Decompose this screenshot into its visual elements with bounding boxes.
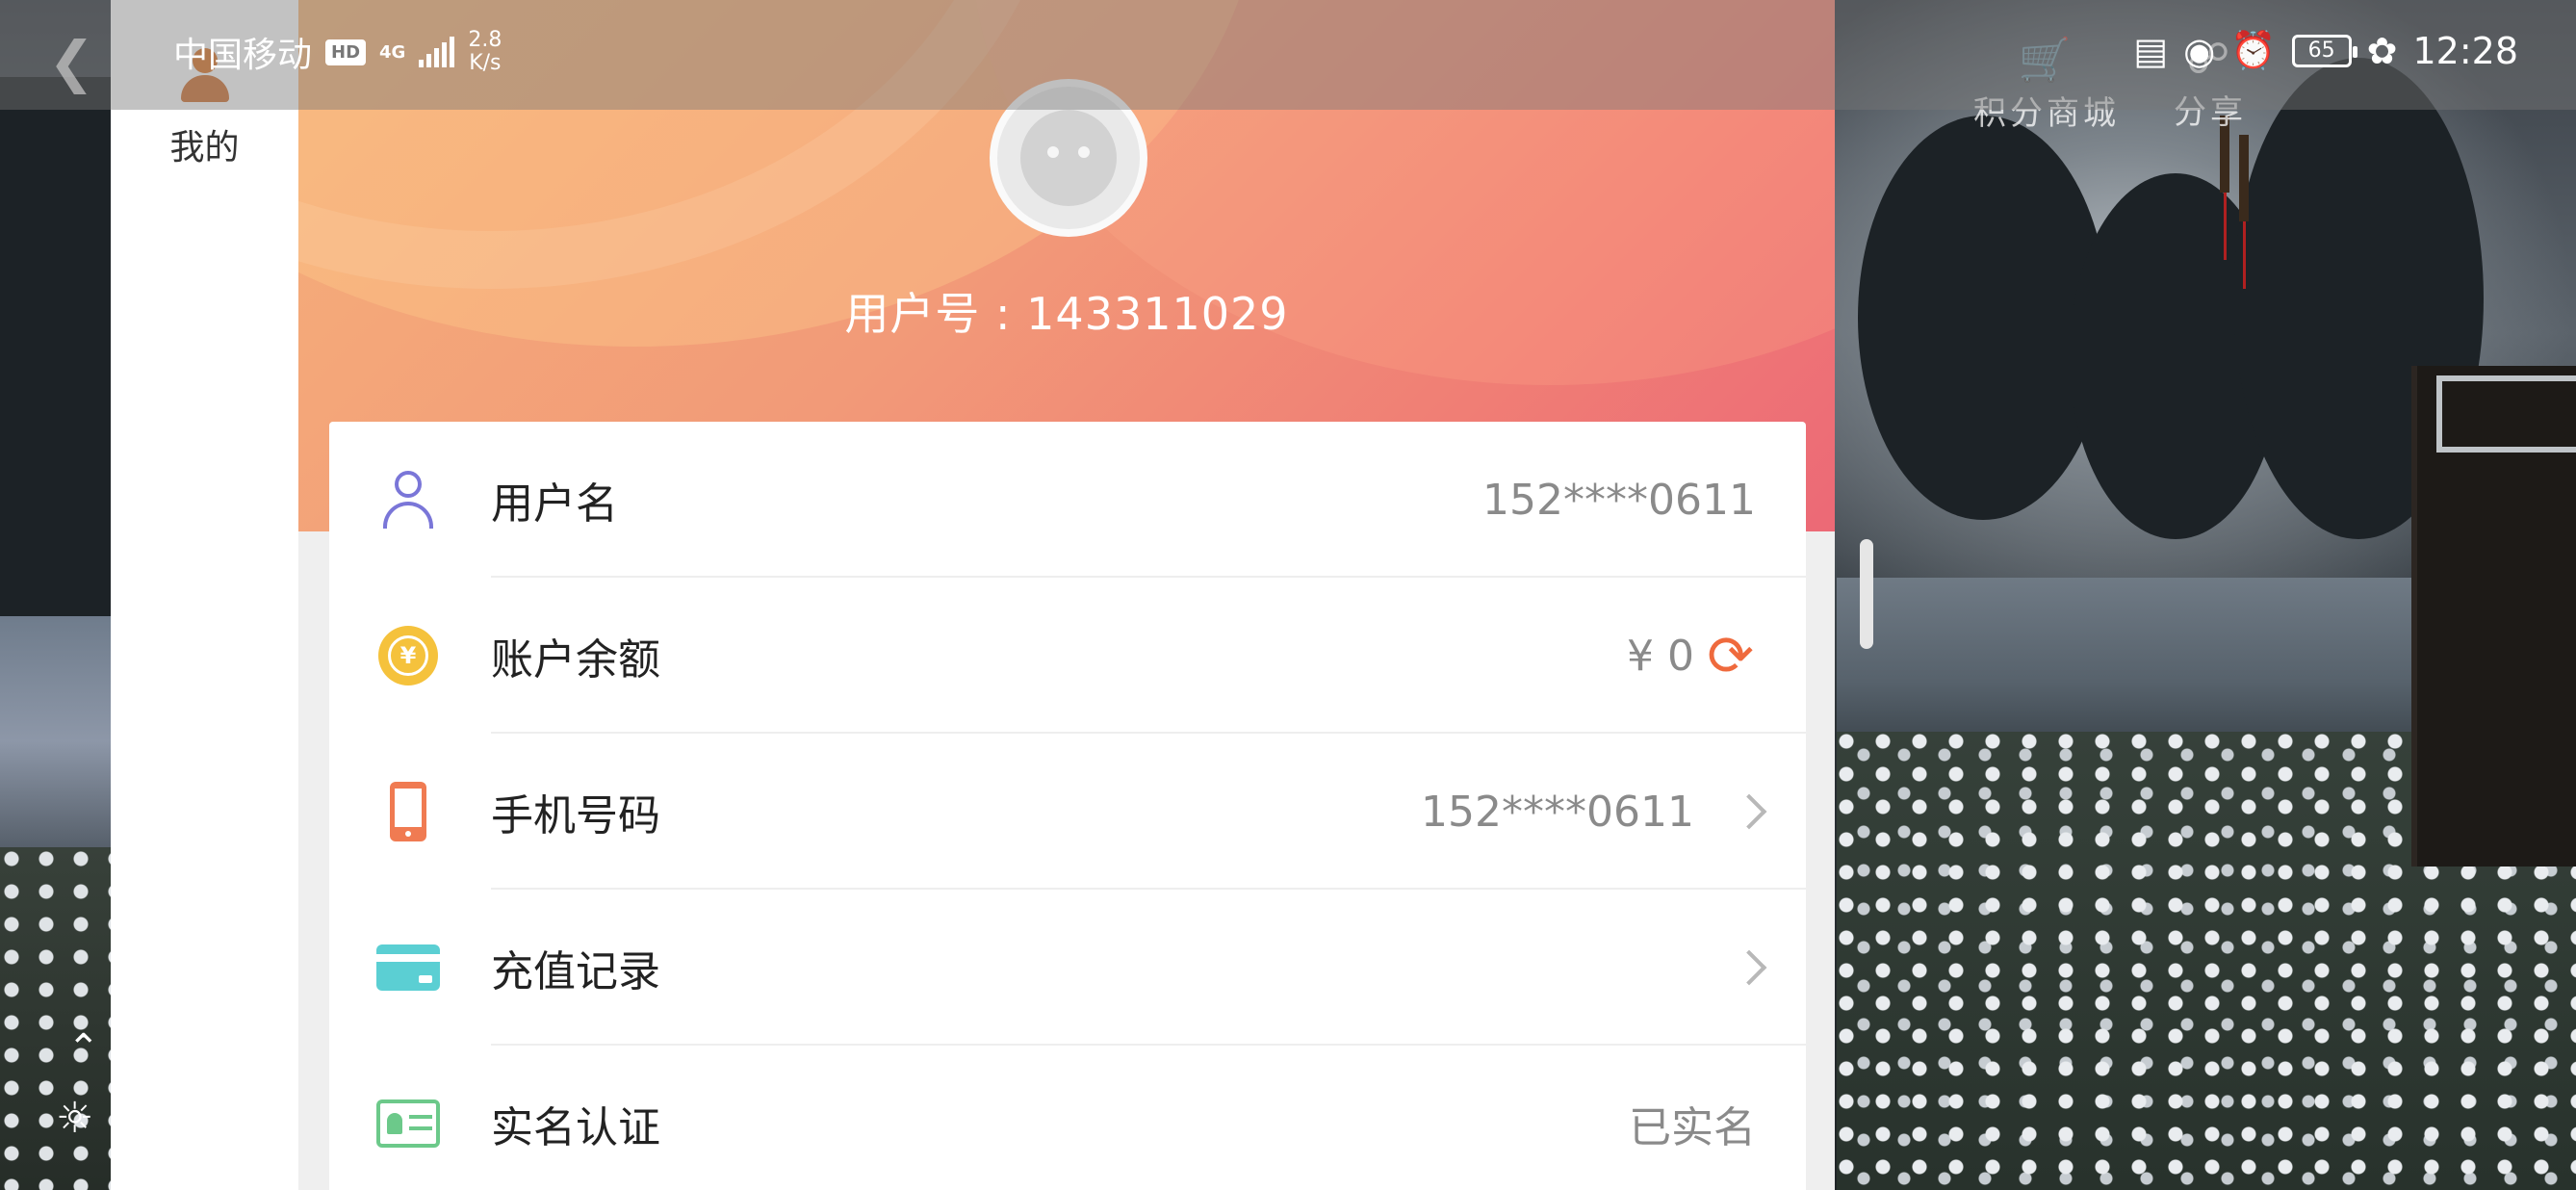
row-value: 152****0611 bbox=[1421, 787, 1694, 837]
chevron-right-icon bbox=[1731, 793, 1767, 830]
row-value: 已实名 bbox=[1629, 1103, 1756, 1152]
bear-avatar-icon bbox=[1020, 110, 1117, 206]
panel-drag-handle[interactable] bbox=[1860, 539, 1873, 649]
account-info-card: 用户名 152****0611 ¥ 账户余额 ¥ 0 ⟳ 手机号码 152***… bbox=[329, 422, 1806, 1190]
phone-icon bbox=[375, 779, 441, 844]
network-type: 4G bbox=[379, 41, 406, 63]
system-status-bar: 中国移动 HD 4G 2.8 K/s ▤ ◉ ⏰ 65 ✿ 12:28 bbox=[0, 0, 2576, 110]
net-speed-value: 2.8 bbox=[468, 28, 502, 52]
row-recharge-history[interactable]: 充值记录 bbox=[329, 890, 1806, 1046]
network-speed: 2.8 K/s bbox=[468, 29, 502, 75]
lake-water bbox=[0, 616, 111, 867]
eye-comfort-icon: ◉ bbox=[2183, 29, 2216, 72]
row-value: ¥ 0 bbox=[1627, 631, 1694, 681]
pavilion-structure bbox=[2411, 366, 2576, 867]
battery-level: 65 bbox=[2307, 38, 2335, 63]
chevron-right-icon bbox=[1731, 949, 1767, 986]
signal-strength-icon bbox=[419, 37, 455, 67]
tree-silhouette bbox=[0, 77, 111, 674]
row-label: 充值记录 bbox=[491, 947, 660, 996]
user-number: 用户号 : 143311029 bbox=[844, 288, 1289, 340]
credit-card-icon bbox=[375, 935, 441, 1000]
user-icon bbox=[375, 467, 441, 532]
power-saving-leaf-icon: ✿ bbox=[2366, 29, 2398, 72]
row-balance: ¥ 账户余额 ¥ 0 ⟳ bbox=[329, 578, 1806, 734]
row-real-name-verification[interactable]: 实名认证 已实名 bbox=[329, 1046, 1806, 1190]
battery-icon: 65 bbox=[2291, 34, 2357, 67]
account-panel: 用户号 : 143311029 用户名 152****0611 ¥ 账户余额 ¥… bbox=[298, 0, 1835, 1190]
alarm-icon: ⏰ bbox=[2230, 29, 2277, 71]
photo-icon: ▤ bbox=[2133, 29, 2169, 72]
row-value: 152****0611 bbox=[1482, 475, 1756, 525]
row-phone[interactable]: 手机号码 152****0611 bbox=[329, 734, 1806, 890]
hd-badge: HD bbox=[325, 39, 367, 65]
yuan-coin-icon: ¥ bbox=[375, 623, 441, 688]
row-label: 实名认证 bbox=[491, 1103, 660, 1152]
id-card-icon bbox=[375, 1091, 441, 1156]
carrier-name: 中国移动 bbox=[173, 36, 313, 75]
row-username[interactable]: 用户名 152****0611 bbox=[329, 422, 1806, 578]
row-label: 账户余额 bbox=[491, 635, 660, 685]
tree-silhouette bbox=[1858, 116, 2108, 520]
sidebar: 我的 bbox=[111, 0, 298, 1190]
refresh-icon[interactable]: ⟳ bbox=[1707, 628, 1754, 684]
clock-time: 12:28 bbox=[2412, 29, 2518, 72]
row-label: 用户名 bbox=[491, 479, 618, 529]
chevron-up-icon[interactable]: ⌃ bbox=[67, 1026, 100, 1071]
net-speed-unit: K/s bbox=[469, 51, 502, 75]
sidebar-tab-mine-label: 我的 bbox=[169, 128, 240, 168]
row-label: 手机号码 bbox=[491, 791, 660, 841]
brightness-icon[interactable]: ☼ bbox=[56, 1094, 93, 1143]
